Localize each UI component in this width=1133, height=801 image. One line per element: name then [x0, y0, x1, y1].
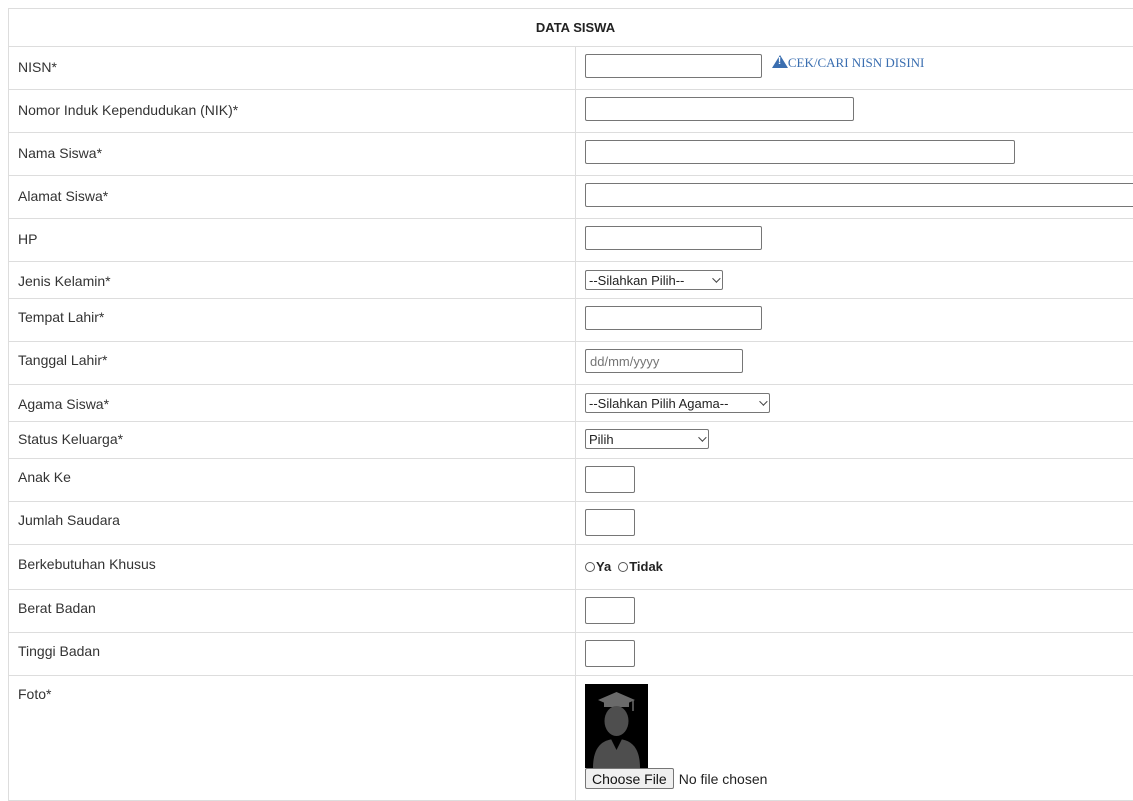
- file-upload: Choose File No file chosen: [585, 768, 1133, 789]
- avatar-placeholder-icon: [585, 684, 648, 768]
- row-nama: Nama Siswa*: [9, 133, 1133, 176]
- alamat-label: Alamat Siswa*: [9, 176, 576, 219]
- row-alamat: Alamat Siswa*: [9, 176, 1133, 219]
- student-data-table: DATA SISWA NISN* CEK/CARI NISN DISINI No…: [8, 8, 1133, 801]
- row-jenis-kelamin: Jenis Kelamin* --Silahkan Pilih--: [9, 262, 1133, 299]
- jenis-kelamin-label: Jenis Kelamin*: [9, 262, 576, 299]
- jumlah-saudara-label: Jumlah Saudara: [9, 502, 576, 545]
- warning-icon: [772, 55, 788, 68]
- nisn-label: NISN*: [9, 47, 576, 90]
- agama-select[interactable]: --Silahkan Pilih Agama--: [585, 393, 770, 413]
- berkebutuhan-label: Berkebutuhan Khusus: [9, 545, 576, 590]
- radio-tidak-label[interactable]: Tidak: [629, 559, 663, 574]
- nama-label: Nama Siswa*: [9, 133, 576, 176]
- hp-input[interactable]: [585, 226, 762, 250]
- row-nik: Nomor Induk Kependudukan (NIK)*: [9, 90, 1133, 133]
- agama-label: Agama Siswa*: [9, 385, 576, 422]
- tanggal-lahir-input[interactable]: [585, 349, 743, 373]
- tinggi-badan-input[interactable]: [585, 640, 635, 667]
- jumlah-saudara-input[interactable]: [585, 509, 635, 536]
- radio-ya[interactable]: [585, 562, 595, 572]
- foto-label: Foto*: [9, 676, 576, 801]
- row-tinggi-badan: Tinggi Badan: [9, 633, 1133, 676]
- tempat-lahir-input[interactable]: [585, 306, 762, 330]
- row-hp: HP: [9, 219, 1133, 262]
- row-anak-ke: Anak Ke: [9, 459, 1133, 502]
- berat-badan-label: Berat Badan: [9, 590, 576, 633]
- chevron-down-icon: [712, 274, 720, 282]
- anak-ke-input[interactable]: [585, 466, 635, 493]
- radio-ya-label[interactable]: Ya: [596, 559, 611, 574]
- nik-input[interactable]: [585, 97, 854, 121]
- berkebutuhan-radio-group: Ya Tidak: [585, 559, 1133, 574]
- student-form: DATA SISWA NISN* CEK/CARI NISN DISINI No…: [8, 8, 1133, 801]
- row-berkebutuhan: Berkebutuhan Khusus Ya Tidak: [9, 545, 1133, 590]
- row-status-keluarga: Status Keluarga* Pilih: [9, 422, 1133, 459]
- row-tempat-lahir: Tempat Lahir*: [9, 299, 1133, 342]
- hp-label: HP: [9, 219, 576, 262]
- berat-badan-input[interactable]: [585, 597, 635, 624]
- nama-input[interactable]: [585, 140, 1015, 164]
- check-nisn-link[interactable]: CEK/CARI NISN DISINI: [772, 55, 925, 70]
- row-jumlah-saudara: Jumlah Saudara: [9, 502, 1133, 545]
- radio-tidak[interactable]: [618, 562, 628, 572]
- row-foto: Foto* Choose File No file chosen: [9, 676, 1133, 801]
- row-agama: Agama Siswa* --Silahkan Pilih Agama--: [9, 385, 1133, 422]
- form-title: DATA SISWA: [9, 9, 1133, 47]
- row-berat-badan: Berat Badan: [9, 590, 1133, 633]
- jenis-kelamin-select[interactable]: --Silahkan Pilih--: [585, 270, 723, 290]
- tinggi-badan-label: Tinggi Badan: [9, 633, 576, 676]
- row-tanggal-lahir: Tanggal Lahir*: [9, 342, 1133, 385]
- nik-label: Nomor Induk Kependudukan (NIK)*: [9, 90, 576, 133]
- choose-file-button[interactable]: Choose File: [585, 768, 674, 789]
- status-keluarga-select[interactable]: Pilih: [585, 429, 709, 449]
- anak-ke-label: Anak Ke: [9, 459, 576, 502]
- nisn-input[interactable]: [585, 54, 762, 78]
- chevron-down-icon: [759, 397, 767, 405]
- tanggal-lahir-label: Tanggal Lahir*: [9, 342, 576, 385]
- status-keluarga-label: Status Keluarga*: [9, 422, 576, 459]
- alamat-input[interactable]: [585, 183, 1133, 207]
- row-nisn: NISN* CEK/CARI NISN DISINI: [9, 47, 1133, 90]
- chevron-down-icon: [698, 433, 706, 441]
- tempat-lahir-label: Tempat Lahir*: [9, 299, 576, 342]
- form-header-row: DATA SISWA: [9, 9, 1133, 47]
- file-status: No file chosen: [679, 771, 768, 787]
